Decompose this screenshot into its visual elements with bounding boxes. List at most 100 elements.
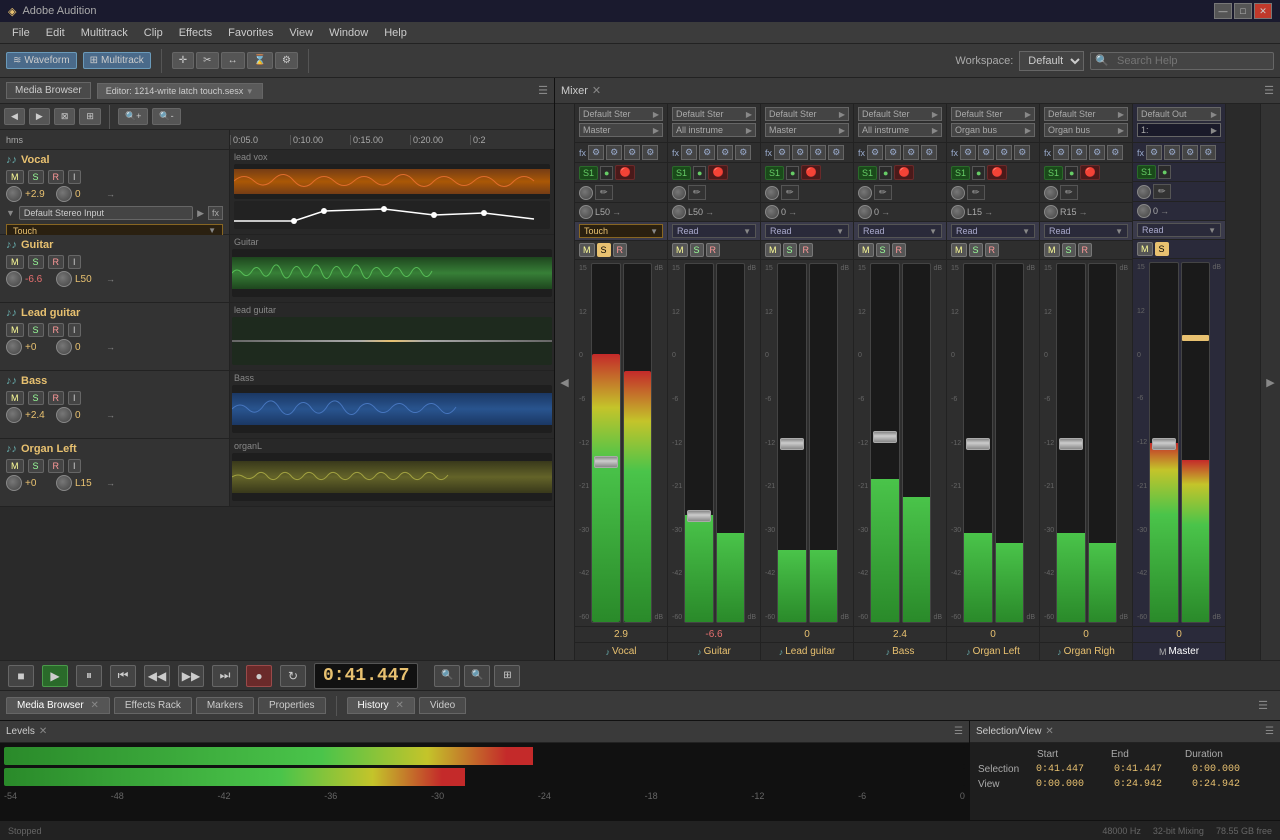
workspace-select[interactable]: Default [1019,51,1084,71]
ch-pwr-guitar[interactable] [672,186,686,200]
tab-effects-rack[interactable]: Effects Rack [114,697,192,714]
ch-fx-btn2-or[interactable]: ⚙ [1071,145,1087,160]
ch-r-bass[interactable]: R [892,243,907,257]
ch-r-guitar[interactable]: R [706,243,721,257]
vol-knob-guitar[interactable] [6,271,22,287]
ch-send-pwr-ol[interactable]: ● [972,166,985,180]
edit-tool2[interactable]: ⊞ [79,108,101,125]
menu-help[interactable]: Help [376,25,415,41]
ch-send-btn-or[interactable]: S1 [1044,166,1063,180]
menu-favorites[interactable]: Favorites [220,25,281,41]
fader-thumb-or[interactable] [1059,438,1084,450]
pan-knob-guitar[interactable] [56,271,72,287]
fader-meter-l-bass[interactable] [870,263,900,623]
track-btn-i-leadguitar[interactable]: I [68,323,81,337]
levels-close[interactable]: ✕ [39,726,47,737]
ch-route-top-ol[interactable]: Default Ster ▶ [951,107,1035,121]
vol-knob-vocal[interactable] [6,186,22,202]
ch-fx-btn4[interactable]: ⚙ [642,145,658,160]
track-out-guitar[interactable]: → [106,274,115,284]
ch-r-ol[interactable]: R [985,243,1000,257]
prev-button[interactable]: ⏮ [110,665,136,687]
ch-fx-btn2-bass[interactable]: ⚙ [885,145,901,160]
edit-tool1[interactable]: ⊠ [54,108,76,125]
vol-knob-organleft[interactable] [6,475,22,491]
close-button[interactable]: ✕ [1254,3,1272,19]
fader-meter-l-guitar[interactable] [684,263,714,623]
loop-button[interactable]: ↻ [280,665,306,687]
ch-pwr-bass[interactable] [858,186,872,200]
ch-fx-btn1-bass[interactable]: ⚙ [867,145,883,160]
track-btn-i-bass[interactable]: I [68,391,81,405]
track-out-leadguitar[interactable]: → [106,342,115,352]
fader-meter-r-ol[interactable] [995,263,1025,623]
fader-thumb-vocal[interactable] [594,456,619,468]
track-btn-s-vocal[interactable]: S [28,170,44,184]
zoom-out-btn[interactable]: 🔍 [464,665,490,687]
zoom-in-btn[interactable]: 🔍 [434,665,460,687]
stop-button[interactable]: ■ [8,665,34,687]
ch-pan-right-lg[interactable]: → [788,207,797,217]
fader-meter-r-or[interactable] [1088,263,1118,623]
play-button[interactable]: ▶ [42,665,68,687]
ch-send-btn-guitar[interactable]: S1 [672,166,691,180]
waveform-button[interactable]: ≋ Waveform [6,52,77,69]
ch-m-guitar[interactable]: M [672,243,688,257]
selection-options[interactable]: ☰ [1265,726,1274,737]
rewind-button[interactable]: ◀◀ [144,665,170,687]
ch-pan-knob-vocal[interactable] [579,205,593,219]
fader-meter-l-vocal[interactable] [591,263,621,623]
ch-route-bot-master[interactable]: 1: ▶ [1137,123,1221,137]
pan-knob-vocal[interactable] [56,186,72,202]
ch-send-red-guitar[interactable]: 🔴 [708,165,727,180]
track-btn-r-guitar[interactable]: R [48,255,65,269]
misc-tool[interactable]: ⚙ [275,52,298,69]
ch-pwr-ol[interactable] [951,186,965,200]
ch-pan-right-bass[interactable]: → [881,207,890,217]
track-btn-s-organleft[interactable]: S [28,459,44,473]
ch-route-bot-or[interactable]: Organ bus ▶ [1044,123,1128,137]
menu-multitrack[interactable]: Multitrack [73,25,136,41]
tab-properties[interactable]: Properties [258,697,326,714]
track-out-bass[interactable]: → [106,410,115,420]
fader-meter-l-master[interactable] [1149,262,1179,623]
tab-history[interactable]: History ✕ [347,697,415,714]
fader-meter-l-ol[interactable] [963,263,993,623]
track-btn-m-organleft[interactable]: M [6,459,24,473]
editor-tab[interactable]: Editor: 1214-write latch touch.sesx ▼ [97,83,263,99]
mixer-scroll-left[interactable]: ◀ [555,104,575,660]
ch-fx-btn3-lg[interactable]: ⚙ [810,145,826,160]
track-content-vocal[interactable]: lead vox [230,150,554,234]
ch-pan-knob-guitar[interactable] [672,205,686,219]
ch-pan-knob-lg[interactable] [765,205,779,219]
track-out-vocal[interactable]: → [106,189,115,199]
ch-fx-btn4-master[interactable]: ⚙ [1200,145,1216,160]
ch-m-master[interactable]: M [1137,242,1153,256]
ch-pan-right-guitar[interactable]: → [705,207,714,217]
track-btn-r-leadguitar[interactable]: R [48,323,65,337]
fader-meter-l-or[interactable] [1056,263,1086,623]
tab-markers[interactable]: Markers [196,697,254,714]
menu-effects[interactable]: Effects [171,25,220,41]
mixer-scroll-right[interactable]: ▶ [1260,104,1280,660]
ch-s-bass[interactable]: S [876,243,890,257]
ch-s-lg[interactable]: S [783,243,797,257]
ch-fx-btn2-master[interactable]: ⚙ [1164,145,1180,160]
ch-fx-btn4-bass[interactable]: ⚙ [921,145,937,160]
track-btn-m-guitar[interactable]: M [6,255,24,269]
zoom-out[interactable]: 🔍- [152,108,180,125]
ch-m-or[interactable]: M [1044,243,1060,257]
track-btn-s-bass[interactable]: S [28,391,44,405]
ch-r-vocal[interactable]: R [613,243,628,257]
fader-meter-l-lg[interactable] [777,263,807,623]
ch-send-btn-vocal[interactable]: S1 [579,166,598,180]
ch-r-or[interactable]: R [1078,243,1093,257]
ch-pencil-bass[interactable]: ✏ [874,185,892,200]
fader-thumb-bass[interactable] [873,431,898,443]
mixer-options[interactable]: ☰ [1264,84,1274,97]
ch-route-top-master[interactable]: Default Out ▶ [1137,107,1221,121]
record-button[interactable]: ● [246,665,272,687]
nudge-left[interactable]: ◀ [4,108,25,125]
multitrack-button[interactable]: ⊞ Multitrack [83,52,151,69]
maximize-button[interactable]: □ [1234,3,1252,19]
